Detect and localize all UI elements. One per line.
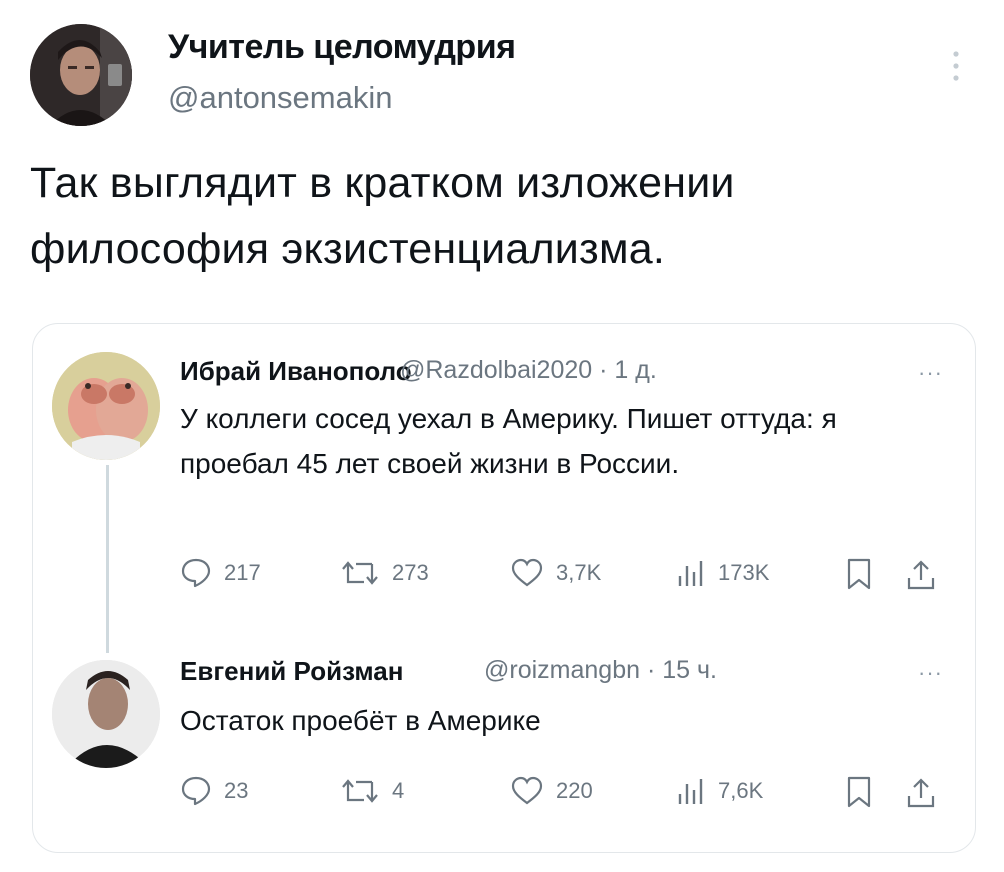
reply-2-bookmark-button[interactable]	[846, 776, 872, 808]
reply-2-text: Остаток проебёт в Америке	[180, 705, 541, 736]
reply-1-retweet-button[interactable]: 273	[340, 558, 429, 588]
reply-2-like-button[interactable]: 220	[510, 776, 593, 806]
author-name[interactable]: Учитель целомудрия	[168, 28, 516, 67]
more-options-icon[interactable]	[946, 46, 966, 86]
reply-1-avatar[interactable]	[52, 352, 160, 460]
reply-1-handle[interactable]: @Razdolbai2020	[400, 356, 592, 384]
reply-2-time[interactable]: · 15 ч.	[647, 656, 717, 684]
tweet-text: Так выглядит в кратком изложении философ…	[30, 159, 735, 273]
reply-icon	[181, 776, 211, 806]
retweet-icon	[342, 561, 378, 585]
reply-1-time[interactable]: · 1 д.	[599, 356, 657, 384]
share-icon	[907, 560, 935, 590]
reply-2-reply-button[interactable]: 23	[180, 776, 248, 806]
retweet-icon	[342, 779, 378, 803]
reply-2-retweet-count: 4	[392, 778, 405, 803]
reply-1-bookmark-button[interactable]	[846, 558, 872, 590]
reply-2-handle[interactable]: @roizmangbn	[484, 656, 640, 684]
reply-1-share-button[interactable]	[904, 558, 938, 592]
reply-1-reply-button[interactable]: 217	[180, 558, 261, 588]
views-icon	[678, 561, 703, 586]
thread-connector-line	[106, 465, 109, 653]
views-icon	[678, 779, 703, 804]
reply-1-name[interactable]: Ибрай Иванополо	[180, 356, 412, 387]
heart-icon	[511, 776, 543, 805]
reply-1-reply-count: 217	[224, 560, 261, 585]
reply-2-meta: @roizmangbn · 15 ч.	[484, 656, 717, 685]
reply-2-avatar[interactable]	[52, 660, 160, 768]
reply-1-text: У коллеги сосед уехал в Америку. Пишет о…	[180, 403, 837, 479]
reply-2-view-count: 7,6K	[718, 778, 764, 803]
reply-1-meta: @Razdolbai2020 · 1 д.	[400, 356, 657, 385]
reply-2-retweet-button[interactable]: 4	[340, 776, 404, 806]
heart-icon	[511, 558, 543, 587]
reply-1-retweet-count: 273	[392, 560, 429, 585]
reply-1-more-icon[interactable]: ···	[918, 360, 943, 386]
share-icon	[907, 778, 935, 808]
reply-1-views-button[interactable]: 173K	[676, 558, 769, 588]
reply-2-share-button[interactable]	[904, 776, 938, 810]
reply-1-like-count: 3,7K	[556, 560, 602, 585]
reply-icon	[181, 558, 211, 588]
reply-2-reply-count: 23	[224, 778, 249, 803]
bookmark-icon	[847, 558, 871, 590]
author-avatar[interactable]	[30, 24, 132, 126]
author-handle[interactable]: @antonsemakin	[168, 80, 392, 116]
reply-2-like-count: 220	[556, 778, 593, 803]
reply-2-name[interactable]: Евгений Ройзман	[180, 656, 403, 687]
reply-1-view-count: 173K	[718, 560, 770, 585]
reply-1-like-button[interactable]: 3,7K	[510, 558, 601, 588]
reply-2-views-button[interactable]: 7,6K	[676, 776, 763, 806]
reply-2-more-icon[interactable]: ···	[918, 660, 943, 686]
bookmark-icon	[847, 776, 871, 808]
